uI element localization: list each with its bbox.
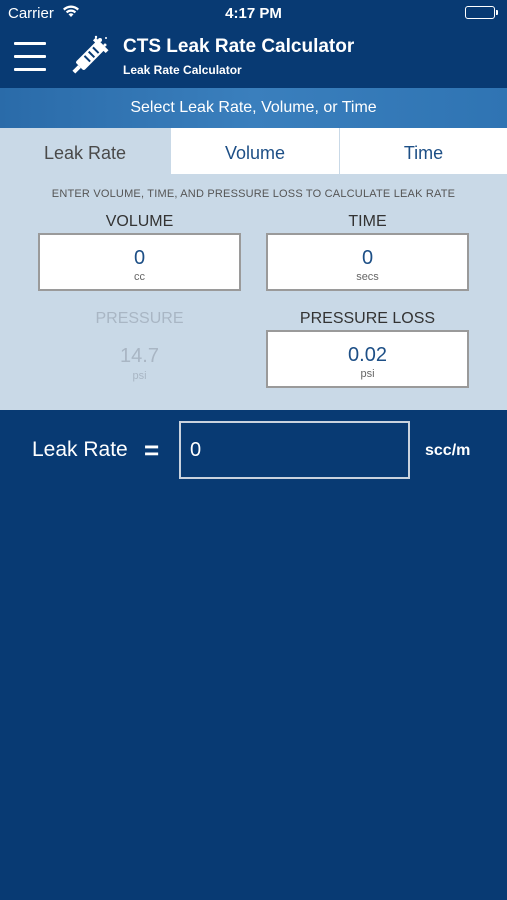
pressure-display: 14.7 psi (38, 345, 241, 382)
volume-field[interactable]: 0 cc (38, 233, 241, 291)
pressure-loss-value: 0.02 (348, 344, 387, 366)
leak-rate-unit: scc/m (425, 442, 471, 459)
volume-label: VOLUME (105, 213, 174, 230)
leak-tester-logo-icon (66, 34, 110, 82)
equals-sign: = (144, 435, 160, 465)
app-title: CTS Leak Rate Calculator (123, 36, 355, 57)
tab-leak-rate[interactable]: Leak Rate (0, 128, 170, 174)
status-bar: Carrier 4:17 PM (0, 0, 507, 28)
time-unit: secs (356, 271, 379, 283)
calculator-panel: Leak Rate Volume Time ENTER VOLUME, TIME… (0, 128, 507, 410)
tab-time[interactable]: Time (339, 128, 507, 174)
nav-bar: CTS Leak Rate Calculator Leak Rate Calcu… (0, 28, 507, 88)
app-subtitle: Leak Rate Calculator (123, 63, 242, 77)
volume-unit: cc (134, 271, 145, 283)
mode-tabs: Leak Rate Volume Time (0, 128, 507, 174)
pressure-unit: psi (132, 370, 147, 382)
battery-icon (465, 6, 498, 19)
pressure-loss-unit: psi (360, 368, 375, 380)
pressure-loss-field[interactable]: 0.02 psi (266, 330, 469, 388)
pressure-value: 14.7 (120, 345, 159, 367)
time-label: TIME (348, 213, 387, 230)
pressure-label: PRESSURE (95, 310, 184, 327)
clock: 4:17 PM (225, 5, 282, 22)
leak-rate-label: Leak Rate (32, 438, 128, 461)
time-value: 0 (361, 247, 374, 269)
volume-value: 0 (133, 247, 146, 269)
tab-volume[interactable]: Volume (170, 128, 339, 174)
time-field[interactable]: 0 secs (266, 233, 469, 291)
menu-icon[interactable] (14, 42, 46, 72)
pressure-loss-label: PRESSURE LOSS (299, 310, 436, 327)
mode-banner: Select Leak Rate, Volume, or Time (0, 88, 507, 128)
leak-rate-result-field[interactable]: 0 (179, 421, 410, 479)
instruction-text: ENTER VOLUME, TIME, AND PRESSURE LOSS TO… (51, 188, 456, 200)
